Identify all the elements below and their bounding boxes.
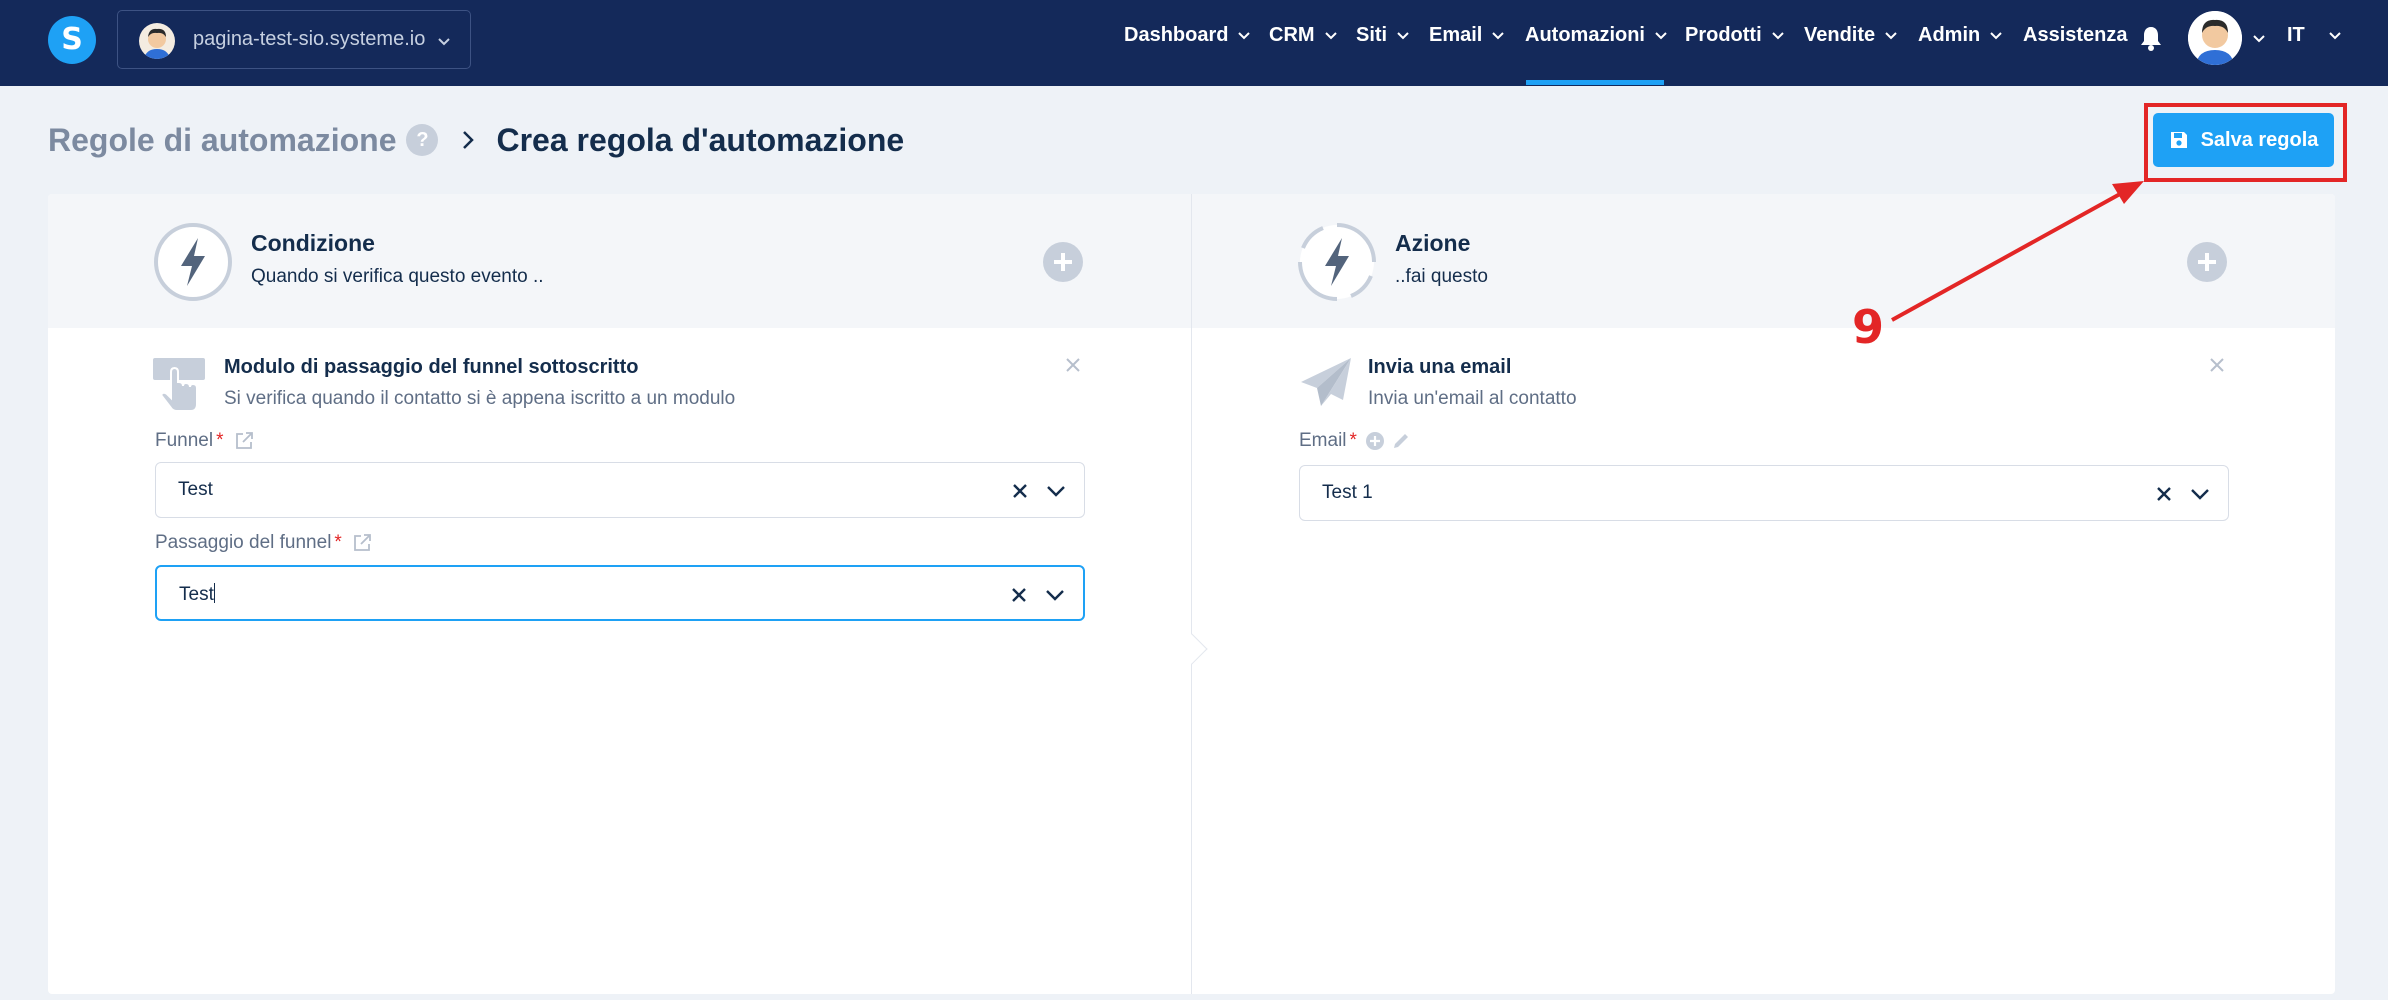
condition-subtitle: Quando si verifica questo evento .. [251,266,544,287]
paper-plane-icon [1301,358,1351,406]
chevron-down-icon [438,38,450,46]
action-item-description: Invia un'email al contatto [1368,388,1577,409]
funnel-select[interactable]: Test [155,462,1085,518]
nav-crm-label: CRM [1269,23,1315,46]
language-selector[interactable]: IT [2287,22,2342,48]
lightning-icon [154,223,232,301]
funnel-step-select[interactable]: Test [155,565,1085,621]
add-action-icon[interactable] [2187,242,2227,282]
add-condition-icon[interactable] [1043,242,1083,282]
email-value: Test 1 [1322,482,1373,503]
chevron-down-icon [1324,32,1337,40]
condition-column: Condizione Quando si verifica questo eve… [48,194,1191,994]
required-marker: * [1349,430,1357,451]
funnel-value: Test [178,479,213,500]
required-marker: * [334,532,342,553]
chevron-down-icon [1990,32,2002,40]
remove-trigger-icon[interactable] [1064,356,1082,374]
page-title: Crea regola d'automazione [496,121,905,158]
email-label: Email * [1299,430,1411,452]
nav-email-label: Email [1429,23,1483,46]
nav-prodotti-label: Prodotti [1685,23,1762,46]
clear-icon[interactable] [1012,483,1028,499]
action-title: Azione [1395,230,1471,256]
chevron-down-icon [1885,32,1897,40]
email-label-text: Email [1299,430,1347,451]
nav-assistenza[interactable]: Assistenza [2023,22,2128,48]
nav-email[interactable]: Email [1429,22,1505,48]
nav-dashboard[interactable]: Dashboard [1124,22,1251,48]
lightning-cycle-icon [1298,223,1376,301]
nav-vendite[interactable]: Vendite [1804,22,1898,48]
funnel-step-label-text: Passaggio del funnel [155,532,332,553]
automation-rule-panel: Condizione Quando si verifica questo eve… [48,194,2335,994]
external-link-icon[interactable] [352,533,372,553]
chevron-down-icon [1238,32,1251,40]
nav-siti[interactable]: Siti [1356,22,1410,48]
chevron-down-icon [1771,32,1784,40]
action-item-title: Invia una email [1368,356,1512,378]
breadcrumb-parent[interactable]: Regole di automazione [48,122,396,159]
help-icon[interactable]: ? [406,124,439,156]
action-header: Azione ..fai questo [1192,194,2335,328]
nav-admin-label: Admin [1918,23,1981,46]
condition-title: Condizione [251,230,375,256]
clear-icon[interactable] [2156,486,2172,502]
chevron-down-icon[interactable] [2190,485,2210,503]
pencil-icon[interactable] [1391,431,1411,451]
email-select[interactable]: Test 1 [1299,465,2229,521]
funnel-step-value-text: Test [179,584,214,605]
add-email-icon[interactable] [1365,431,1385,451]
remove-action-icon[interactable] [2208,356,2226,374]
condition-header: Condizione Quando si verifica questo eve… [48,194,1191,328]
chevron-down-icon [1492,32,1505,40]
bell-icon[interactable] [2138,24,2164,52]
chevron-down-icon [2329,32,2341,40]
step-number: 9 [1852,300,1885,354]
nav-prodotti[interactable]: Prodotti [1685,22,1785,48]
hand-pointer-icon [153,358,205,412]
site-url: pagina-test-sio.systeme.io [193,28,426,50]
top-navbar: S pagina-test-sio.systeme.io Dashboard C… [0,0,2388,86]
trigger-description: Si verifica quando il contatto si è appe… [224,388,736,409]
chevron-down-icon [1397,32,1409,40]
funnel-label: Funnel * [155,430,254,452]
clear-icon[interactable] [1011,587,1027,603]
nav-assistenza-label: Assistenza [2023,23,2128,46]
user-avatar[interactable] [2188,11,2242,65]
breadcrumb: Regole di automazione ? Crea regola d'au… [48,120,904,160]
nav-vendite-label: Vendite [1804,23,1876,46]
nav-dashboard-label: Dashboard [1124,23,1229,46]
chevron-right-icon [463,131,475,149]
site-avatar [139,23,175,59]
nav-crm[interactable]: CRM [1269,22,1338,48]
funnel-label-text: Funnel [155,430,214,451]
chevron-down-icon[interactable] [1045,586,1065,604]
nav-automazioni[interactable]: Automazioni [1525,22,1668,48]
nav-admin[interactable]: Admin [1918,22,2003,48]
chevron-down-icon[interactable] [1046,482,1066,500]
funnel-step-label: Passaggio del funnel * [155,532,372,554]
funnel-step-value: Test [179,583,215,606]
language-label: IT [2287,23,2305,46]
chevron-down-icon[interactable] [2252,31,2266,45]
external-link-icon[interactable] [234,431,254,451]
required-marker: * [216,430,224,451]
site-selector[interactable]: pagina-test-sio.systeme.io [117,10,471,69]
highlight-box [2144,103,2347,182]
action-subtitle: ..fai questo [1395,266,1488,287]
active-nav-indicator [1526,80,1664,85]
action-column: Azione ..fai questo Invia una email Invi… [1192,194,2335,994]
text-caret [213,583,215,603]
nav-siti-label: Siti [1356,23,1388,46]
chevron-down-icon [1655,32,1667,40]
nav-automazioni-label: Automazioni [1525,23,1645,46]
trigger-title: Modulo di passaggio del funnel sottoscri… [224,356,639,378]
systeme-logo[interactable]: S [48,16,96,64]
